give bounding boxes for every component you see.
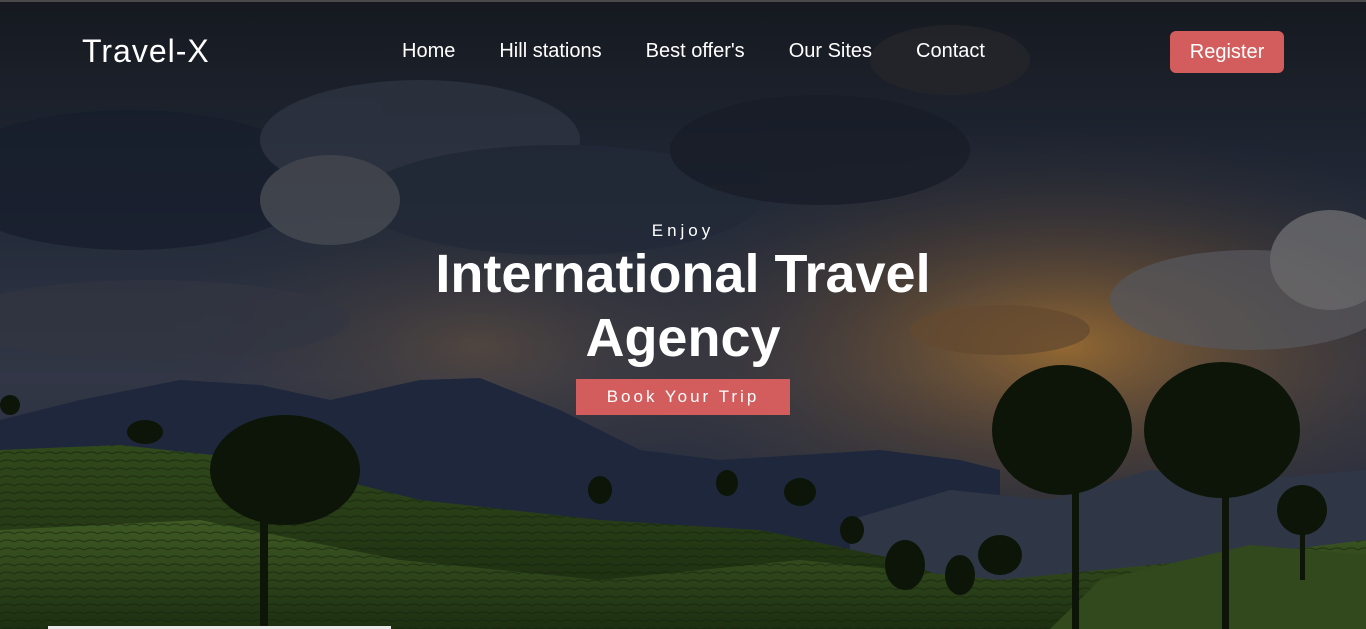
nav-link-hill-stations[interactable]: Hill stations (499, 40, 601, 63)
top-border (0, 0, 1366, 2)
nav-link-best-offers[interactable]: Best offer's (646, 40, 745, 63)
main-nav: Home Hill stations Best offer's Our Site… (402, 40, 1029, 63)
hero-kicker: Enjoy (651, 221, 715, 240)
nav-link-our-sites[interactable]: Our Sites (789, 40, 872, 63)
book-trip-button[interactable]: Book Your Trip (576, 379, 790, 415)
hero-section: Travel-X Home Hill stations Best offer's… (0, 0, 1366, 629)
hero-headline: International Travel Agency (435, 244, 931, 368)
register-button[interactable]: Register (1170, 31, 1284, 73)
nav-link-home[interactable]: Home (402, 40, 455, 63)
nav-link-contact[interactable]: Contact (916, 40, 985, 63)
site-logo[interactable]: Travel-X (82, 33, 210, 70)
